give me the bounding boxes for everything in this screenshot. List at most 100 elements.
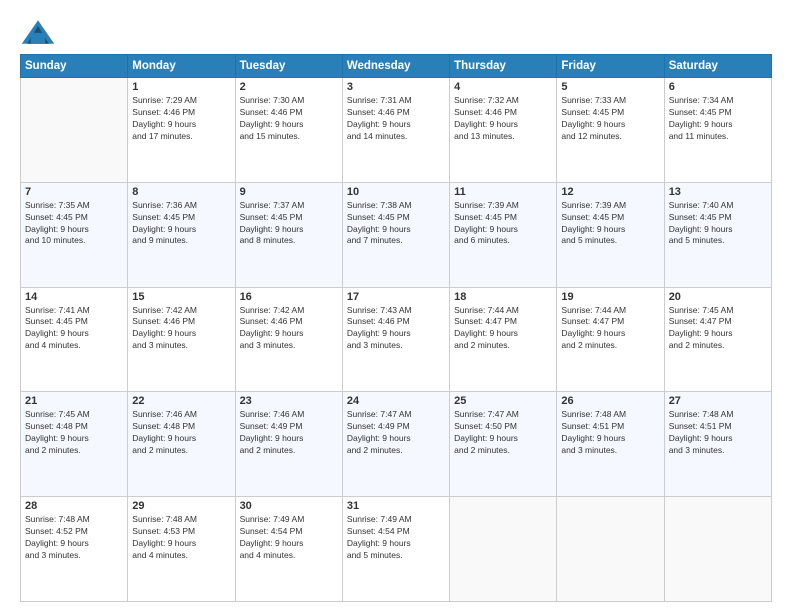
day-cell: 4 Sunrise: 7:32 AM Sunset: 4:46 PM Daylig…: [450, 78, 557, 183]
day-cell: 14 Sunrise: 7:41 AM Sunset: 4:45 PM Dayli…: [21, 287, 128, 392]
day-number: 27: [669, 395, 767, 407]
week-row-1: 1 Sunrise: 7:29 AM Sunset: 4:46 PM Daylig…: [21, 78, 772, 183]
day-info: Sunrise: 7:39 AM Sunset: 4:45 PM Dayligh…: [454, 200, 552, 248]
day-info: Sunrise: 7:44 AM Sunset: 4:47 PM Dayligh…: [561, 305, 659, 353]
day-info: Sunrise: 7:46 AM Sunset: 4:48 PM Dayligh…: [132, 409, 230, 457]
day-number: 8: [132, 186, 230, 198]
weekday-header-sunday: Sunday: [21, 55, 128, 78]
day-info: Sunrise: 7:47 AM Sunset: 4:49 PM Dayligh…: [347, 409, 445, 457]
day-number: 10: [347, 186, 445, 198]
day-number: 3: [347, 81, 445, 93]
day-cell: 15Sunrise: 7:42 AM Sunset: 4:46 PM Dayli…: [128, 287, 235, 392]
day-number: 1: [132, 81, 230, 93]
day-info: Sunrise: 7:32 AM Sunset: 4:46 PM Dayligh…: [454, 95, 552, 143]
day-number: 24: [347, 395, 445, 407]
day-info: Sunrise: 7:44 AM Sunset: 4:47 PM Dayligh…: [454, 305, 552, 353]
day-info: Sunrise: 7:42 AM Sunset: 4:46 PM Dayligh…: [240, 305, 338, 353]
weekday-header-wednesday: Wednesday: [342, 55, 449, 78]
day-cell: [557, 497, 664, 602]
day-cell: 29 Sunrise: 7:48 AM Sunset: 4:53 PM Dayli…: [128, 497, 235, 602]
day-cell: 1 Sunrise: 7:29 AM Sunset: 4:46 PM Daylig…: [128, 78, 235, 183]
day-info: Sunrise: 7:48 AM Sunset: 4:53 PM Dayligh…: [132, 514, 230, 562]
day-info: Sunrise: 7:46 AM Sunset: 4:49 PM Dayligh…: [240, 409, 338, 457]
weekday-header-row: SundayMondayTuesdayWednesdayThursdayFrid…: [21, 55, 772, 78]
day-info: Sunrise: 7:40 AM Sunset: 4:45 PM Dayligh…: [669, 200, 767, 248]
day-number: 13: [669, 186, 767, 198]
day-number: 21: [25, 395, 123, 407]
day-info: Sunrise: 7:48 AM Sunset: 4:52 PM Dayligh…: [25, 514, 123, 562]
day-number: 15: [132, 291, 230, 303]
day-cell: 30 Sunrise: 7:49 AM Sunset: 4:54 PM Dayli…: [235, 497, 342, 602]
day-cell: 26Sunrise: 7:48 AM Sunset: 4:51 PM Dayli…: [557, 392, 664, 497]
day-cell: 12Sunrise: 7:39 AM Sunset: 4:45 PM Dayli…: [557, 182, 664, 287]
day-number: 11: [454, 186, 552, 198]
day-info: Sunrise: 7:31 AM Sunset: 4:46 PM Dayligh…: [347, 95, 445, 143]
day-number: 12: [561, 186, 659, 198]
day-cell: 9 Sunrise: 7:37 AM Sunset: 4:45 PM Daylig…: [235, 182, 342, 287]
day-cell: 11 Sunrise: 7:39 AM Sunset: 4:45 PM Dayli…: [450, 182, 557, 287]
day-info: Sunrise: 7:43 AM Sunset: 4:46 PM Dayligh…: [347, 305, 445, 353]
day-info: Sunrise: 7:48 AM Sunset: 4:51 PM Dayligh…: [669, 409, 767, 457]
day-cell: [664, 497, 771, 602]
weekday-header-tuesday: Tuesday: [235, 55, 342, 78]
weekday-header-monday: Monday: [128, 55, 235, 78]
day-info: Sunrise: 7:45 AM Sunset: 4:48 PM Dayligh…: [25, 409, 123, 457]
day-info: Sunrise: 7:49 AM Sunset: 4:54 PM Dayligh…: [347, 514, 445, 562]
day-number: 29: [132, 500, 230, 512]
day-number: 28: [25, 500, 123, 512]
day-cell: 20 Sunrise: 7:45 AM Sunset: 4:47 PM Dayli…: [664, 287, 771, 392]
day-number: 30: [240, 500, 338, 512]
day-number: 2: [240, 81, 338, 93]
day-number: 14: [25, 291, 123, 303]
day-cell: 28 Sunrise: 7:48 AM Sunset: 4:52 PM Dayli…: [21, 497, 128, 602]
day-info: Sunrise: 7:47 AM Sunset: 4:50 PM Dayligh…: [454, 409, 552, 457]
day-info: Sunrise: 7:34 AM Sunset: 4:45 PM Dayligh…: [669, 95, 767, 143]
day-info: Sunrise: 7:49 AM Sunset: 4:54 PM Dayligh…: [240, 514, 338, 562]
day-info: Sunrise: 7:36 AM Sunset: 4:45 PM Dayligh…: [132, 200, 230, 248]
day-cell: 31 Sunrise: 7:49 AM Sunset: 4:54 PM Dayli…: [342, 497, 449, 602]
day-cell: 16Sunrise: 7:42 AM Sunset: 4:46 PM Dayli…: [235, 287, 342, 392]
day-number: 22: [132, 395, 230, 407]
day-cell: 25Sunrise: 7:47 AM Sunset: 4:50 PM Dayli…: [450, 392, 557, 497]
day-cell: 2Sunrise: 7:30 AM Sunset: 4:46 PM Daylig…: [235, 78, 342, 183]
day-info: Sunrise: 7:29 AM Sunset: 4:46 PM Dayligh…: [132, 95, 230, 143]
page: SundayMondayTuesdayWednesdayThursdayFrid…: [0, 0, 792, 612]
day-cell: 10Sunrise: 7:38 AM Sunset: 4:45 PM Dayli…: [342, 182, 449, 287]
day-number: 4: [454, 81, 552, 93]
weekday-header-saturday: Saturday: [664, 55, 771, 78]
day-cell: 17Sunrise: 7:43 AM Sunset: 4:46 PM Dayli…: [342, 287, 449, 392]
logo-icon: [20, 18, 56, 46]
calendar-table: SundayMondayTuesdayWednesdayThursdayFrid…: [20, 54, 772, 602]
day-number: 26: [561, 395, 659, 407]
day-cell: 8 Sunrise: 7:36 AM Sunset: 4:45 PM Daylig…: [128, 182, 235, 287]
day-cell: [450, 497, 557, 602]
day-cell: 5 Sunrise: 7:33 AM Sunset: 4:45 PM Daylig…: [557, 78, 664, 183]
day-number: 6: [669, 81, 767, 93]
day-number: 20: [669, 291, 767, 303]
day-number: 9: [240, 186, 338, 198]
header: [20, 18, 772, 46]
day-number: 18: [454, 291, 552, 303]
day-cell: 18 Sunrise: 7:44 AM Sunset: 4:47 PM Dayli…: [450, 287, 557, 392]
week-row-3: 14 Sunrise: 7:41 AM Sunset: 4:45 PM Dayli…: [21, 287, 772, 392]
week-row-4: 21 Sunrise: 7:45 AM Sunset: 4:48 PM Dayli…: [21, 392, 772, 497]
day-cell: 22 Sunrise: 7:46 AM Sunset: 4:48 PM Dayli…: [128, 392, 235, 497]
day-cell: 21 Sunrise: 7:45 AM Sunset: 4:48 PM Dayli…: [21, 392, 128, 497]
week-row-5: 28 Sunrise: 7:48 AM Sunset: 4:52 PM Dayli…: [21, 497, 772, 602]
day-info: Sunrise: 7:45 AM Sunset: 4:47 PM Dayligh…: [669, 305, 767, 353]
day-info: Sunrise: 7:41 AM Sunset: 4:45 PM Dayligh…: [25, 305, 123, 353]
day-cell: 13 Sunrise: 7:40 AM Sunset: 4:45 PM Dayli…: [664, 182, 771, 287]
day-cell: 6 Sunrise: 7:34 AM Sunset: 4:45 PM Daylig…: [664, 78, 771, 183]
day-number: 5: [561, 81, 659, 93]
day-number: 19: [561, 291, 659, 303]
day-cell: 3 Sunrise: 7:31 AM Sunset: 4:46 PM Daylig…: [342, 78, 449, 183]
day-cell: [21, 78, 128, 183]
day-number: 7: [25, 186, 123, 198]
day-info: Sunrise: 7:37 AM Sunset: 4:45 PM Dayligh…: [240, 200, 338, 248]
week-row-2: 7 Sunrise: 7:35 AM Sunset: 4:45 PM Daylig…: [21, 182, 772, 287]
weekday-header-thursday: Thursday: [450, 55, 557, 78]
day-info: Sunrise: 7:33 AM Sunset: 4:45 PM Dayligh…: [561, 95, 659, 143]
day-number: 23: [240, 395, 338, 407]
day-info: Sunrise: 7:35 AM Sunset: 4:45 PM Dayligh…: [25, 200, 123, 248]
day-number: 31: [347, 500, 445, 512]
